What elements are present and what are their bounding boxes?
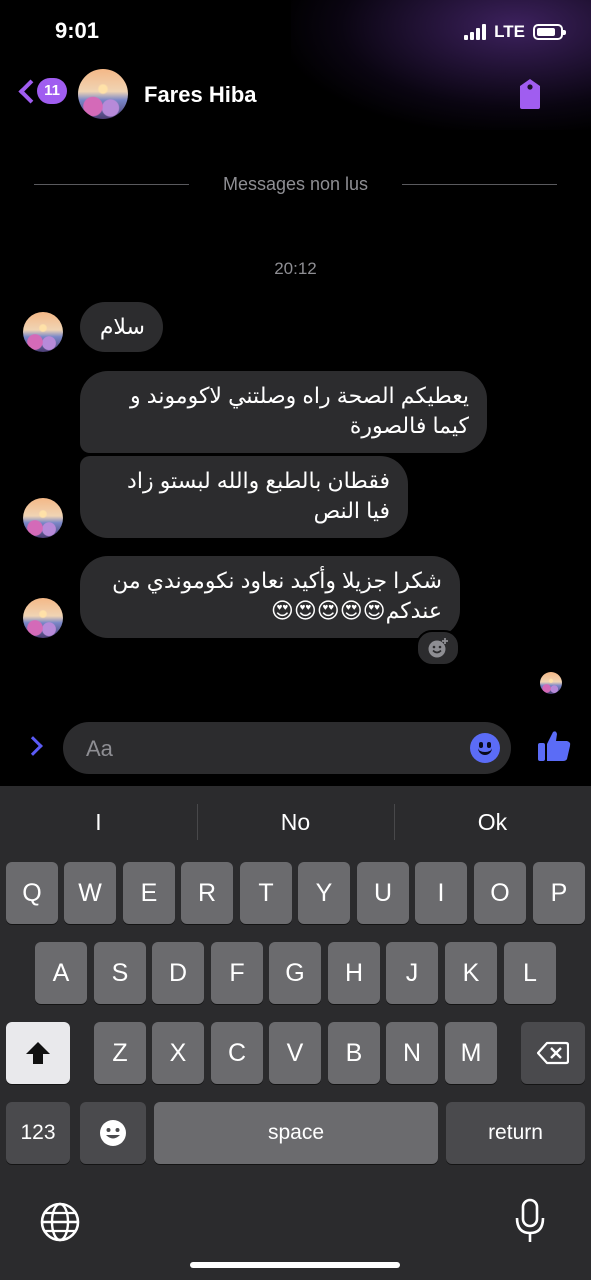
key-f[interactable]: F [211, 942, 263, 1004]
network-type: LTE [494, 22, 525, 41]
microphone-icon[interactable] [514, 1198, 546, 1244]
key-b[interactable]: B [328, 1022, 380, 1084]
key-w[interactable]: W [64, 862, 116, 924]
contact-avatar[interactable] [78, 69, 128, 119]
suggestion-2[interactable]: No [197, 798, 394, 846]
key-k[interactable]: K [445, 942, 497, 1004]
suggestion-1[interactable]: I [0, 798, 197, 846]
key-o[interactable]: O [474, 862, 526, 924]
return-key[interactable]: return [446, 1102, 585, 1164]
send-chevron-icon[interactable] [23, 736, 43, 756]
key-a[interactable]: A [35, 942, 87, 1004]
globe-icon[interactable] [40, 1202, 80, 1242]
key-l[interactable]: L [504, 942, 556, 1004]
key-v[interactable]: V [269, 1022, 321, 1084]
emoji-key[interactable] [80, 1102, 146, 1164]
sender-avatar[interactable] [23, 312, 63, 352]
shift-icon [26, 1042, 50, 1064]
shift-key[interactable] [6, 1022, 70, 1084]
back-button[interactable]: 11 [16, 78, 67, 104]
status-indicators: LTE [464, 22, 566, 42]
home-indicator [190, 1262, 400, 1268]
battery-icon [533, 24, 566, 40]
key-s[interactable]: S [94, 942, 146, 1004]
key-e[interactable]: E [123, 862, 175, 924]
backspace-icon [537, 1041, 569, 1065]
key-p[interactable]: P [533, 862, 585, 924]
message-input[interactable] [63, 722, 511, 774]
key-m[interactable]: M [445, 1022, 497, 1084]
key-t[interactable]: T [240, 862, 292, 924]
seen-avatar [540, 672, 562, 694]
tag-icon[interactable] [517, 78, 543, 110]
time-separator: 20:12 [274, 259, 317, 278]
key-d[interactable]: D [152, 942, 204, 1004]
contact-name[interactable]: Fares Hiba [144, 82, 257, 108]
key-i[interactable]: I [415, 862, 467, 924]
add-reaction-button[interactable] [416, 630, 460, 666]
key-r[interactable]: R [181, 862, 233, 924]
message-placeholder: Aa [86, 736, 113, 761]
status-time: 9:01 [55, 18, 100, 43]
key-z[interactable]: Z [94, 1022, 146, 1084]
space-key[interactable]: space [154, 1102, 438, 1164]
backspace-key[interactable] [521, 1022, 585, 1084]
message-bubble[interactable]: شكرا جزيلا وأكيد نعاود نكوموندي من عندكم… [80, 556, 460, 638]
unread-label: Messages non lus [222, 174, 369, 194]
message-bubble[interactable]: يعطيكم الصحة راه وصلتني لاكوموند و كيما … [80, 371, 487, 453]
add-reaction-icon [428, 638, 448, 658]
thumbs-up-icon[interactable] [536, 728, 572, 764]
suggestion-3[interactable]: Ok [394, 798, 591, 846]
sender-avatar[interactable] [23, 498, 63, 538]
key-j[interactable]: J [386, 942, 438, 1004]
unread-divider: Messages non lus [34, 174, 557, 195]
smiley-icon[interactable] [470, 733, 500, 763]
divider-line-left [34, 184, 189, 185]
key-n[interactable]: N [386, 1022, 438, 1084]
key-y[interactable]: Y [298, 862, 350, 924]
message-bubble[interactable]: سلام [80, 302, 163, 352]
numbers-key[interactable]: 123 [6, 1102, 70, 1164]
key-h[interactable]: H [328, 942, 380, 1004]
signal-icon [464, 24, 487, 40]
key-c[interactable]: C [211, 1022, 263, 1084]
key-u[interactable]: U [357, 862, 409, 924]
emoji-icon [100, 1120, 126, 1146]
divider-line-right [402, 184, 557, 185]
header-glow [291, 0, 591, 130]
key-q[interactable]: Q [6, 862, 58, 924]
sender-avatar[interactable] [23, 598, 63, 638]
key-g[interactable]: G [269, 942, 321, 1004]
message-bubble[interactable]: فقطان بالطبع والله لبستو زاد فيا النص [80, 456, 408, 538]
key-x[interactable]: X [152, 1022, 204, 1084]
